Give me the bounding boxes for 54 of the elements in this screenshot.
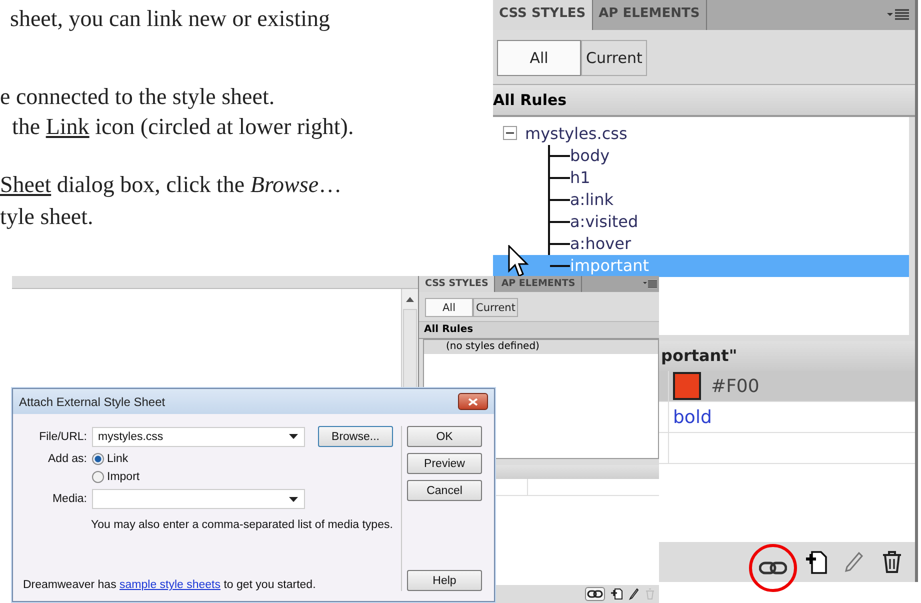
footer-text: Dreamweaver has sample style sheets to get you started. (23, 579, 317, 591)
radio-option[interactable]: Link (92, 453, 140, 465)
tree-item[interactable]: mystyles.css (525, 124, 628, 142)
property-value[interactable]: bold (673, 406, 712, 428)
collapse-icon[interactable] (503, 126, 517, 140)
tree-item[interactable]: h1 (550, 167, 909, 189)
file-url-field[interactable]: mystyles.css (92, 426, 305, 446)
body-text: the Link icon (circled at lower right). (12, 114, 354, 140)
close-icon (468, 398, 478, 406)
hint-text: You may also enter a comma-separated list of media types. (90, 519, 393, 531)
view-toggle-button[interactable]: All (497, 40, 581, 76)
dialog-button[interactable]: OK (407, 426, 482, 447)
sample-style-sheets-link[interactable]: sample style sheets (120, 579, 221, 591)
dialog-button[interactable]: Preview (407, 453, 482, 474)
body-text: tyle sheet. (0, 204, 94, 230)
tree-item[interactable]: a:link (550, 189, 909, 211)
help-button[interactable]: Help (407, 570, 482, 591)
view-toggle-button[interactable]: All (425, 298, 473, 317)
dialog-title: Attach External Style Sheet (19, 394, 166, 408)
body-text: e connected to the style sheet. (0, 84, 275, 110)
body-text: Sheet dialog box, click the Browse… (0, 172, 342, 198)
body-text: sheet, you can link new or existing (10, 6, 330, 32)
view-toggle-button[interactable]: Current (581, 40, 648, 76)
panel-menu-icon[interactable] (643, 280, 657, 288)
panel-tab[interactable]: CSS STYLES (419, 276, 496, 292)
dropdown-caret-icon[interactable] (289, 496, 298, 502)
section-header: All Rules (493, 85, 915, 117)
field-label: Add as: (47, 453, 87, 465)
trash-icon[interactable] (881, 550, 903, 574)
view-toggle-button[interactable]: Current (473, 298, 518, 317)
panel-tab[interactable]: AP ELEMENTS (592, 0, 707, 30)
panel-tab[interactable]: AP ELEMENTS (495, 276, 582, 292)
radio-option[interactable]: Import (92, 471, 140, 483)
scroll-up-icon[interactable] (405, 295, 415, 303)
field-label: Media: (51, 493, 87, 505)
link-icon[interactable] (585, 587, 605, 601)
color-swatch[interactable] (673, 372, 701, 400)
link-icon[interactable] (759, 561, 787, 575)
tree-item[interactable]: body (550, 145, 909, 167)
close-button[interactable] (458, 393, 488, 410)
panel-menu-icon[interactable] (887, 9, 909, 21)
new-rule-icon[interactable] (805, 550, 827, 574)
browse-button[interactable]: Browse... (318, 426, 393, 447)
property-value[interactable]: #F00 (711, 376, 760, 396)
panel-tab[interactable]: CSS STYLES (493, 0, 593, 30)
pencil-icon[interactable] (629, 588, 639, 600)
tree-item[interactable]: a:visited (550, 211, 909, 233)
rule-item[interactable]: (no styles defined) (424, 340, 658, 354)
dialog-button[interactable]: Cancel (407, 480, 482, 501)
new-rule-icon[interactable] (611, 588, 623, 600)
field-label: File/URL: (38, 430, 87, 442)
section-header: All Rules (419, 322, 659, 339)
dropdown-caret-icon[interactable] (289, 434, 298, 439)
tree-item[interactable]: a:hover (550, 233, 909, 255)
